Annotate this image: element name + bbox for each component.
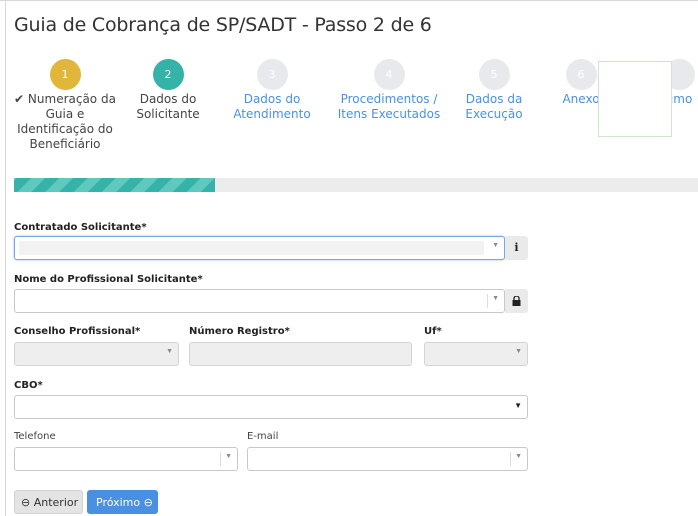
registro-label: Número Registro* [189, 326, 290, 337]
frame-border-top [0, 0, 698, 1]
chevron-down-icon: ▼ [492, 295, 499, 302]
cbo-label: CBO* [14, 380, 43, 391]
profissional-label: Nome do Profissional Solicitante* [14, 274, 203, 285]
contratado-value [19, 241, 484, 255]
chevron-down-icon: ▼ [514, 401, 522, 410]
step-4[interactable]: 4 Procedimentos / Itens Executados [334, 59, 444, 122]
chevron-down-icon: ▼ [225, 453, 232, 460]
telefone-select[interactable]: ▼ [14, 447, 238, 471]
step-label: Dados do Atendimento [233, 92, 311, 121]
step-number: 4 [373, 59, 405, 90]
arrow-right-circle-icon: ⊖ [143, 496, 153, 509]
arrow-left-circle-icon: ⊖ [21, 496, 31, 509]
step-number: 2 [152, 59, 184, 90]
step-number: 6 [565, 59, 597, 90]
chevron-down-icon: ▼ [492, 242, 499, 249]
next-button[interactable]: Próximo ⊖ [87, 490, 158, 514]
step-1[interactable]: 1 ✔ Numeração da Guia e Identificação do… [10, 59, 120, 152]
step-number: 3 [256, 59, 288, 90]
progress-bar [14, 178, 698, 192]
chevron-down-icon: ▼ [515, 348, 522, 355]
email-select[interactable]: ▼ [247, 447, 528, 471]
cbo-select[interactable]: ▼ [14, 395, 528, 419]
telefone-label: Telefone [14, 431, 56, 442]
conselho-select[interactable]: ▼ [14, 342, 179, 366]
contratado-select[interactable]: ▼ [14, 236, 505, 260]
separator [220, 452, 221, 466]
previous-button[interactable]: ⊖ Anterior [14, 490, 83, 514]
conselho-label: Conselho Profissional* [14, 326, 141, 337]
chevron-down-icon: ▼ [515, 453, 522, 460]
next-button-label: Próximo [96, 496, 141, 509]
info-icon[interactable]: i [505, 236, 528, 260]
step-label: ✔ Numeração da Guia e Identificação do B… [14, 92, 116, 151]
step-2[interactable]: 2 Dados do Solicitante [113, 59, 223, 122]
step-number: 1 [49, 59, 81, 90]
registro-input[interactable] [189, 342, 412, 366]
step-label: Dados do Solicitante [136, 92, 200, 121]
separator [510, 452, 511, 466]
frame-border-left [5, 0, 6, 516]
step-number: 5 [478, 59, 510, 90]
profissional-select[interactable]: ▼ [14, 289, 505, 313]
progress-fill [14, 178, 216, 192]
contratado-label: Contratado Solicitante* [14, 222, 147, 233]
chevron-down-icon: ▼ [166, 348, 173, 355]
page-title: Guia de Cobrança de SP/SADT - Passo 2 de… [14, 14, 432, 36]
step-label: Procedimentos / Itens Executados [337, 92, 441, 121]
previous-button-label: Anterior [33, 496, 79, 509]
overlay-box [598, 61, 672, 137]
separator [487, 294, 488, 308]
uf-label: Uf* [424, 326, 442, 337]
uf-select[interactable]: ▼ [424, 342, 528, 366]
email-label: E-mail [247, 431, 279, 442]
step-3[interactable]: 3 Dados do Atendimento [217, 59, 327, 122]
lock-icon[interactable] [505, 289, 528, 313]
